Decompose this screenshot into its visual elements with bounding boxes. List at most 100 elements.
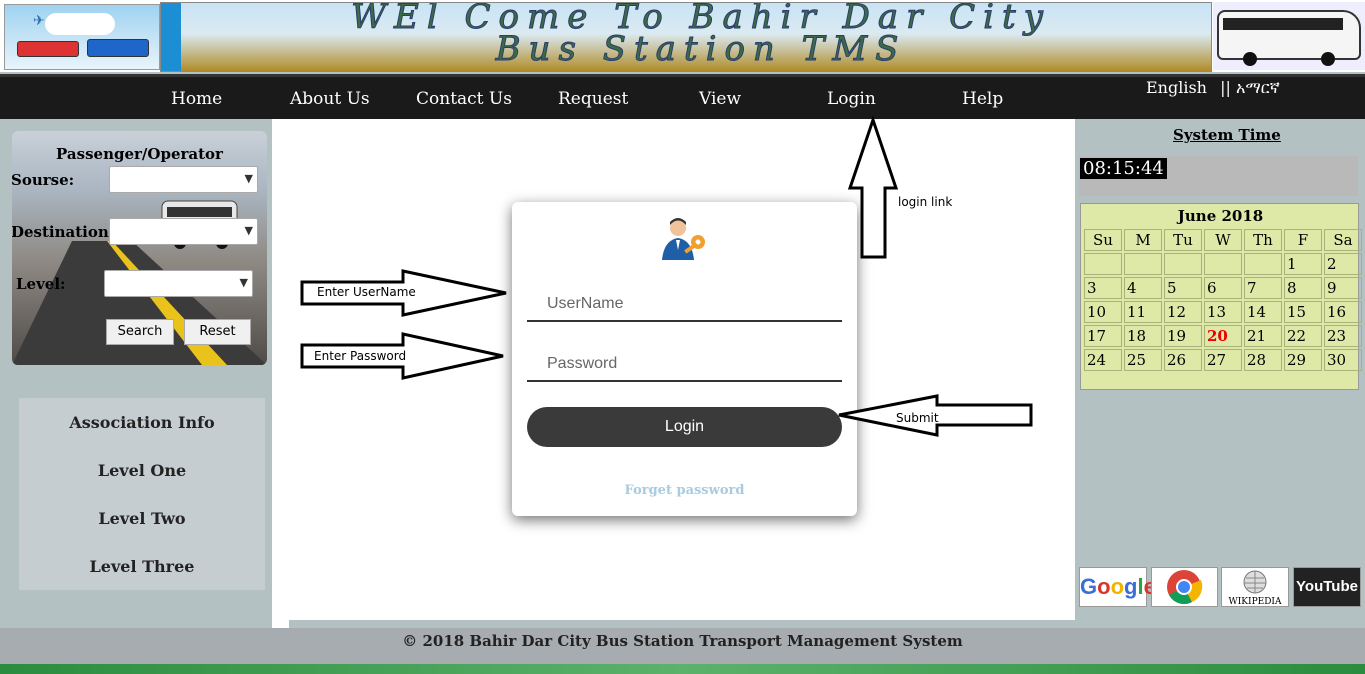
- reset-button[interactable]: Reset: [184, 319, 251, 345]
- username-input[interactable]: [527, 288, 842, 322]
- calendar-day[interactable]: 10: [1084, 301, 1122, 323]
- calendar-day-header: Tu: [1164, 229, 1202, 251]
- chevron-down-icon: ▼: [239, 276, 248, 289]
- association-info-link[interactable]: Association Info: [19, 413, 265, 432]
- calendar-day[interactable]: 27: [1204, 349, 1242, 371]
- calendar-day[interactable]: 30: [1324, 349, 1362, 371]
- chrome-logo[interactable]: [1151, 567, 1218, 607]
- calendar-day: [1204, 253, 1242, 275]
- calendar-day[interactable]: 26: [1164, 349, 1202, 371]
- calendar-day[interactable]: 23: [1324, 325, 1362, 347]
- wikipedia-globe-icon: [1243, 570, 1267, 594]
- calendar-day[interactable]: 17: [1084, 325, 1122, 347]
- calendar-day[interactable]: 25: [1124, 349, 1162, 371]
- google-logo[interactable]: Google: [1079, 567, 1156, 607]
- password-input[interactable]: [527, 348, 842, 382]
- annotation-login-link: login link: [898, 195, 953, 209]
- nav-view[interactable]: View: [699, 89, 741, 109]
- forget-password-link[interactable]: Forget password: [512, 483, 857, 498]
- wikipedia-logo[interactable]: WIKIPEDIA: [1221, 567, 1289, 607]
- user-key-icon: [662, 218, 705, 260]
- calendar-title: June 2018: [1177, 207, 1264, 225]
- calendar-day[interactable]: 8: [1284, 277, 1322, 299]
- association-menu: Association Info Level One Level Two Lev…: [19, 398, 265, 590]
- login-button[interactable]: Login: [527, 407, 842, 447]
- search-button[interactable]: Search: [106, 319, 174, 345]
- calendar-day[interactable]: 19: [1164, 325, 1202, 347]
- nav-request[interactable]: Request: [558, 89, 628, 109]
- calendar-day[interactable]: 29: [1284, 349, 1322, 371]
- nav-contact-us[interactable]: Contact Us: [416, 89, 512, 109]
- calendar-day[interactable]: 12: [1164, 301, 1202, 323]
- lang-amharic[interactable]: አማርኛ: [1236, 78, 1280, 97]
- calendar-day: [1124, 253, 1162, 275]
- chevron-down-icon: ▼: [244, 172, 253, 185]
- calendar-day-header: M: [1124, 229, 1162, 251]
- calendar-day[interactable]: 3: [1084, 277, 1122, 299]
- calendar-day[interactable]: 6: [1204, 277, 1242, 299]
- calendar-day[interactable]: 4: [1124, 277, 1162, 299]
- welcome-banner: WEl Come To Bahir Dar City Bus Station T…: [160, 2, 1212, 72]
- bus-icon: [17, 41, 79, 57]
- footer-copyright: © 2018 Bahir Dar City Bus Station Transp…: [402, 632, 963, 650]
- level-label: Level:: [16, 275, 66, 293]
- calendar-day[interactable]: 24: [1084, 349, 1122, 371]
- calendar-day[interactable]: 22: [1284, 325, 1322, 347]
- login-form: Login Forget password: [512, 202, 857, 516]
- calendar-day[interactable]: 18: [1124, 325, 1162, 347]
- calendar-day[interactable]: 28: [1244, 349, 1282, 371]
- header-bus-image-left: ✈: [4, 4, 160, 70]
- annotation-submit: Submit: [896, 411, 939, 425]
- level-one-link[interactable]: Level One: [19, 461, 265, 480]
- airplane-icon: ✈: [33, 13, 45, 29]
- calendar-day[interactable]: 1: [1284, 253, 1322, 275]
- level-three-link[interactable]: Level Three: [19, 557, 265, 576]
- annotation-enter-username: Enter UserName: [317, 285, 416, 299]
- calendar-day[interactable]: 13: [1204, 301, 1242, 323]
- calendar-day: [1164, 253, 1202, 275]
- chrome-icon: [1167, 570, 1203, 604]
- main-content-edge: [272, 620, 289, 628]
- destination-select[interactable]: ▼: [109, 218, 258, 245]
- source-label: Sourse:: [12, 171, 75, 189]
- calendar-day-header: W: [1204, 229, 1242, 251]
- lang-english[interactable]: English: [1146, 78, 1207, 97]
- calendar-day-header: F: [1284, 229, 1322, 251]
- calendar-day[interactable]: 11: [1124, 301, 1162, 323]
- destination-label: Destination:: [12, 223, 115, 241]
- header-bus-image-right: [1213, 2, 1365, 70]
- calendar-grid: Su M Tu W Th F Sa 1 2 3 4 5 6 7 8 9 10 11 12 13 14 15 16 17 18 19…: [1084, 229, 1362, 371]
- calendar-day[interactable]: 16: [1324, 301, 1362, 323]
- nav-help[interactable]: Help: [962, 89, 1003, 109]
- calendar-day[interactable]: 7: [1244, 277, 1282, 299]
- source-select[interactable]: ▼: [109, 166, 258, 193]
- calendar-day-header: Sa: [1324, 229, 1362, 251]
- calendar-day[interactable]: 5: [1164, 277, 1202, 299]
- calendar-today[interactable]: 20: [1204, 325, 1242, 347]
- annotation-enter-password: Enter Password: [314, 349, 407, 363]
- lang-separator: ||: [1220, 78, 1231, 97]
- search-title: Passenger/Operator: [56, 145, 223, 163]
- level-select[interactable]: ▼: [104, 270, 253, 297]
- bus-icon: [87, 39, 149, 57]
- calendar-day[interactable]: 2: [1324, 253, 1362, 275]
- header: ✈ WEl Come To Bahir Dar City Bus Station…: [0, 0, 1365, 72]
- chevron-down-icon: ▼: [244, 224, 253, 237]
- youtube-label: YouTube: [1296, 578, 1358, 595]
- calendar-day[interactable]: 14: [1244, 301, 1282, 323]
- youtube-logo[interactable]: YouTube: [1293, 567, 1361, 607]
- calendar-day-header: Su: [1084, 229, 1122, 251]
- level-two-link[interactable]: Level Two: [19, 509, 265, 528]
- nav-home[interactable]: Home: [171, 89, 222, 109]
- calendar-day[interactable]: 9: [1324, 277, 1362, 299]
- nav-about-us[interactable]: About Us: [290, 89, 370, 109]
- footer: © 2018 Bahir Dar City Bus Station Transp…: [0, 628, 1365, 664]
- wikipedia-label: WIKIPEDIA: [1228, 597, 1282, 607]
- system-time-title: System Time: [1173, 126, 1281, 144]
- nav-login[interactable]: Login: [827, 89, 876, 109]
- calendar-day[interactable]: 21: [1244, 325, 1282, 347]
- calendar-day: [1084, 253, 1122, 275]
- calendar-day[interactable]: 15: [1284, 301, 1322, 323]
- calendar-day: [1244, 253, 1282, 275]
- passenger-search-panel: Passenger/Operator Sourse: ▼ Destination…: [12, 131, 267, 365]
